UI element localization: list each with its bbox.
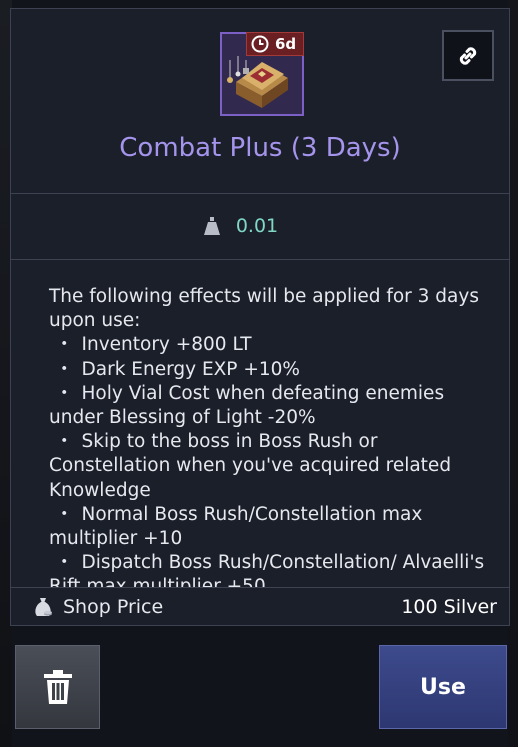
- link-button[interactable]: [442, 30, 494, 81]
- item-title: Combat Plus (3 Days): [119, 133, 401, 163]
- effect-line: ・ Skip to the boss in Boss Rush or Conste…: [49, 431, 452, 501]
- link-icon: [459, 46, 477, 65]
- shop-price-value: 100 Silver: [401, 595, 497, 618]
- item-detail-panel: 6d Combat Plus (3 Days) 0.01 The followi…: [10, 8, 510, 626]
- effect-line: ・ Dark Energy EXP +10%: [55, 358, 300, 380]
- weight-icon: [203, 217, 220, 235]
- clock-icon: [251, 35, 269, 53]
- shop-price-label: Shop Price: [63, 595, 164, 618]
- trash-icon: [43, 670, 72, 704]
- item-header: 6d Combat Plus (3 Days): [11, 9, 509, 193]
- effect-line: ・ Inventory +800 LT: [55, 334, 252, 356]
- weight-value: 0.01: [235, 215, 279, 237]
- divider: [11, 259, 509, 260]
- duration-text: 6d: [275, 35, 297, 53]
- money-bag-icon: [35, 597, 52, 616]
- discard-button[interactable]: [15, 645, 100, 729]
- weight-row: 0.01: [11, 194, 509, 258]
- use-button[interactable]: Use: [379, 645, 507, 729]
- item-description: The following effects will be applied fo…: [49, 285, 489, 600]
- effect-line: ・ Holy Vial Cost when defeating enemies u…: [49, 382, 445, 429]
- effect-line: ・ Normal Boss Rush/Constellation max mult…: [49, 503, 423, 550]
- description-intro: The following effects will be applied fo…: [49, 286, 479, 332]
- duration-badge: 6d: [246, 32, 304, 56]
- shop-price-row: Shop Price 100 Silver: [11, 587, 509, 625]
